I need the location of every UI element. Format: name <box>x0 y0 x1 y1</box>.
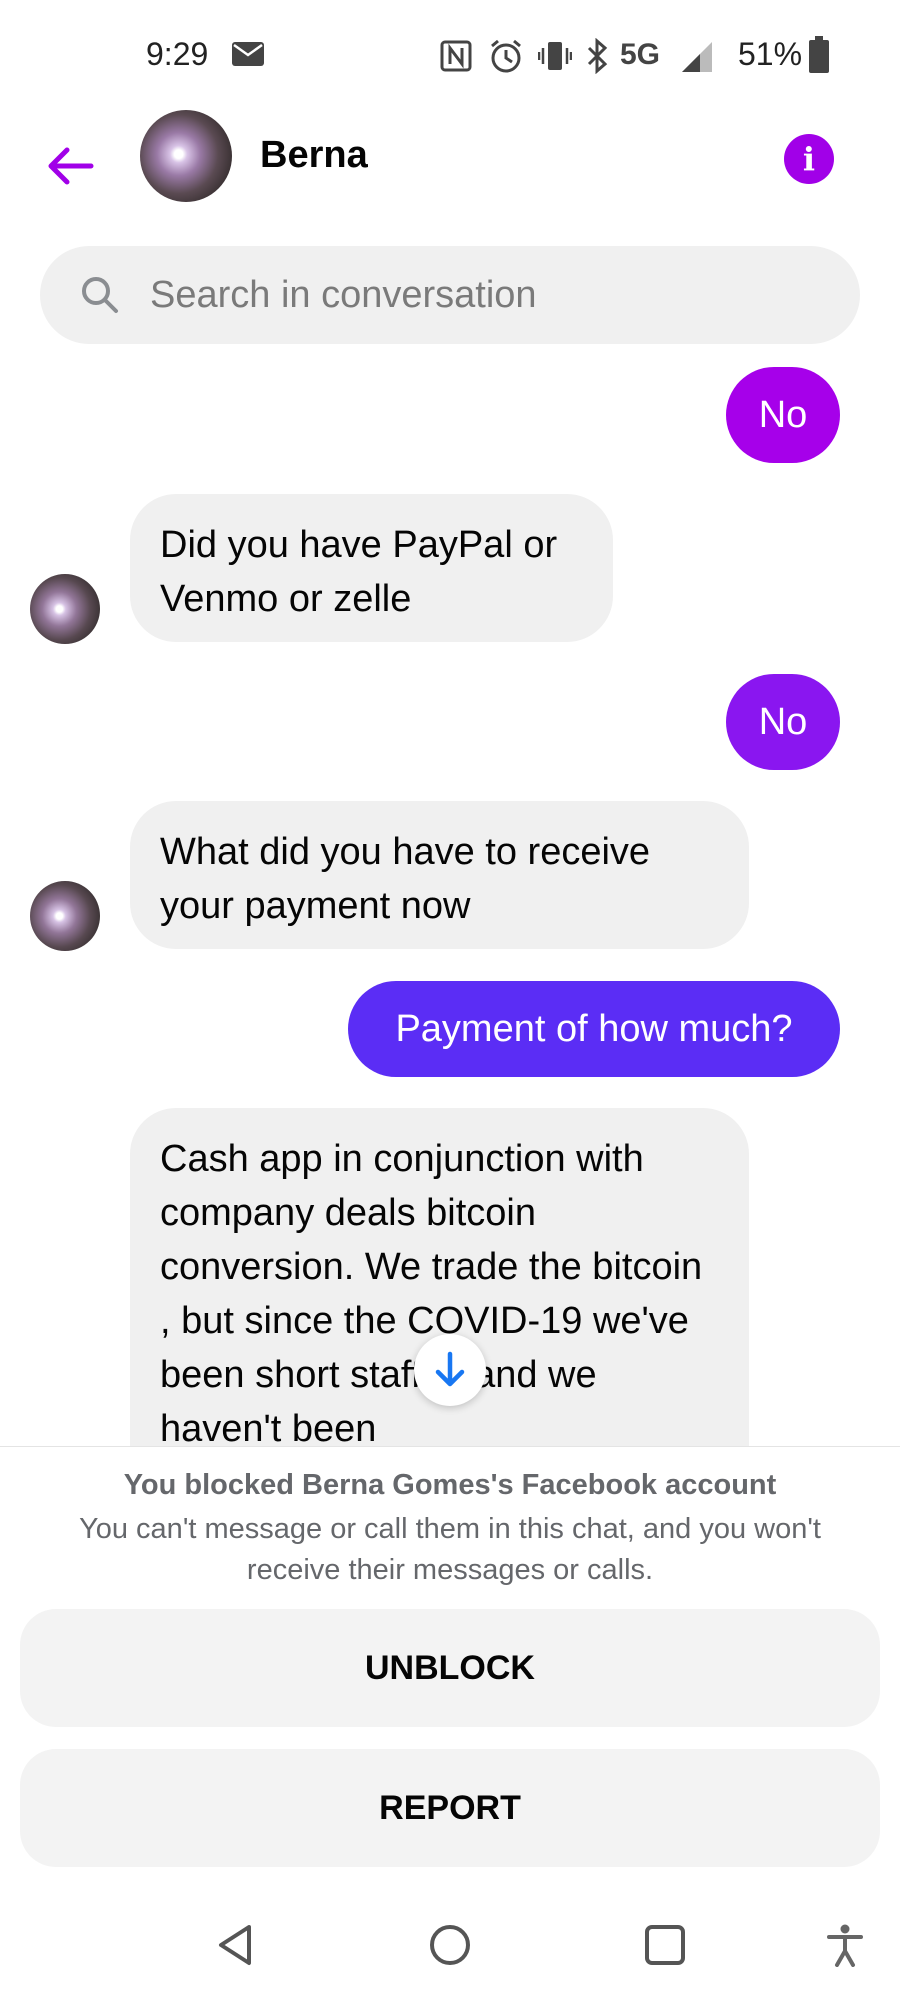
message-text: No <box>758 393 808 436</box>
message-incoming[interactable]: What did you have to receive your paymen… <box>130 801 749 949</box>
message-text: No <box>758 700 808 743</box>
back-button[interactable] <box>40 130 100 202</box>
triangle-back-icon <box>219 1925 251 1965</box>
accessibility-button[interactable] <box>810 1910 880 1980</box>
blocked-panel: You blocked Berna Gomes's Facebook accou… <box>0 1446 900 1877</box>
back-arrow-icon <box>48 147 94 185</box>
unblock-label: UNBLOCK <box>365 1648 535 1687</box>
message-text: Did you have PayPal or Venmo or zelle <box>160 524 558 620</box>
scroll-to-bottom-button[interactable] <box>414 1334 486 1406</box>
blocked-description: You can't message or call them in this c… <box>79 1513 821 1586</box>
message-outgoing[interactable]: Payment of how much? <box>348 981 840 1077</box>
blocked-title: You blocked Berna Gomes's Facebook accou… <box>123 1469 777 1501</box>
search-bar[interactable] <box>40 246 860 344</box>
info-button[interactable]: i <box>784 134 834 184</box>
network-type: 5G <box>620 38 661 71</box>
search-icon <box>82 277 118 313</box>
accessibility-icon <box>827 1924 863 1967</box>
battery-icon <box>809 36 829 73</box>
contact-name[interactable]: Berna <box>260 134 368 177</box>
search-input[interactable] <box>150 246 830 344</box>
contact-avatar-small[interactable] <box>30 881 100 951</box>
battery-percent: 51% <box>738 36 803 72</box>
status-time: 9:29 <box>146 36 209 72</box>
square-recents-icon <box>645 1925 685 1965</box>
signal-icon <box>682 42 712 72</box>
message-text: What did you have to receive your paymen… <box>160 831 651 927</box>
nav-back-button[interactable] <box>200 1910 270 1980</box>
contact-avatar[interactable] <box>140 110 232 202</box>
bluetooth-icon <box>587 38 608 74</box>
vibrate-icon <box>538 42 572 70</box>
circle-home-icon <box>430 1925 470 1965</box>
message-outgoing[interactable]: No <box>726 674 840 770</box>
nfc-icon <box>440 40 472 72</box>
conversation-header: Berna i <box>0 110 900 240</box>
nav-recents-button[interactable] <box>630 1910 700 1980</box>
arrow-down-icon <box>435 1351 465 1387</box>
info-icon: i <box>802 140 816 178</box>
alarm-icon <box>491 39 521 73</box>
mail-icon <box>232 42 264 66</box>
unblock-button[interactable]: UNBLOCK <box>20 1609 880 1727</box>
system-nav-bar <box>0 1890 900 2000</box>
contact-avatar-small[interactable] <box>30 574 100 644</box>
report-label: REPORT <box>379 1788 521 1827</box>
nav-home-button[interactable] <box>415 1910 485 1980</box>
message-incoming[interactable]: Did you have PayPal or Venmo or zelle <box>130 494 613 642</box>
status-bar: 9:29 5G 51% <box>0 0 900 110</box>
message-text: Cash app in conjunction with company dea… <box>160 1138 703 1450</box>
report-button[interactable]: REPORT <box>20 1749 880 1867</box>
message-text: Payment of how much? <box>395 1007 793 1050</box>
message-outgoing[interactable]: No <box>726 367 840 463</box>
